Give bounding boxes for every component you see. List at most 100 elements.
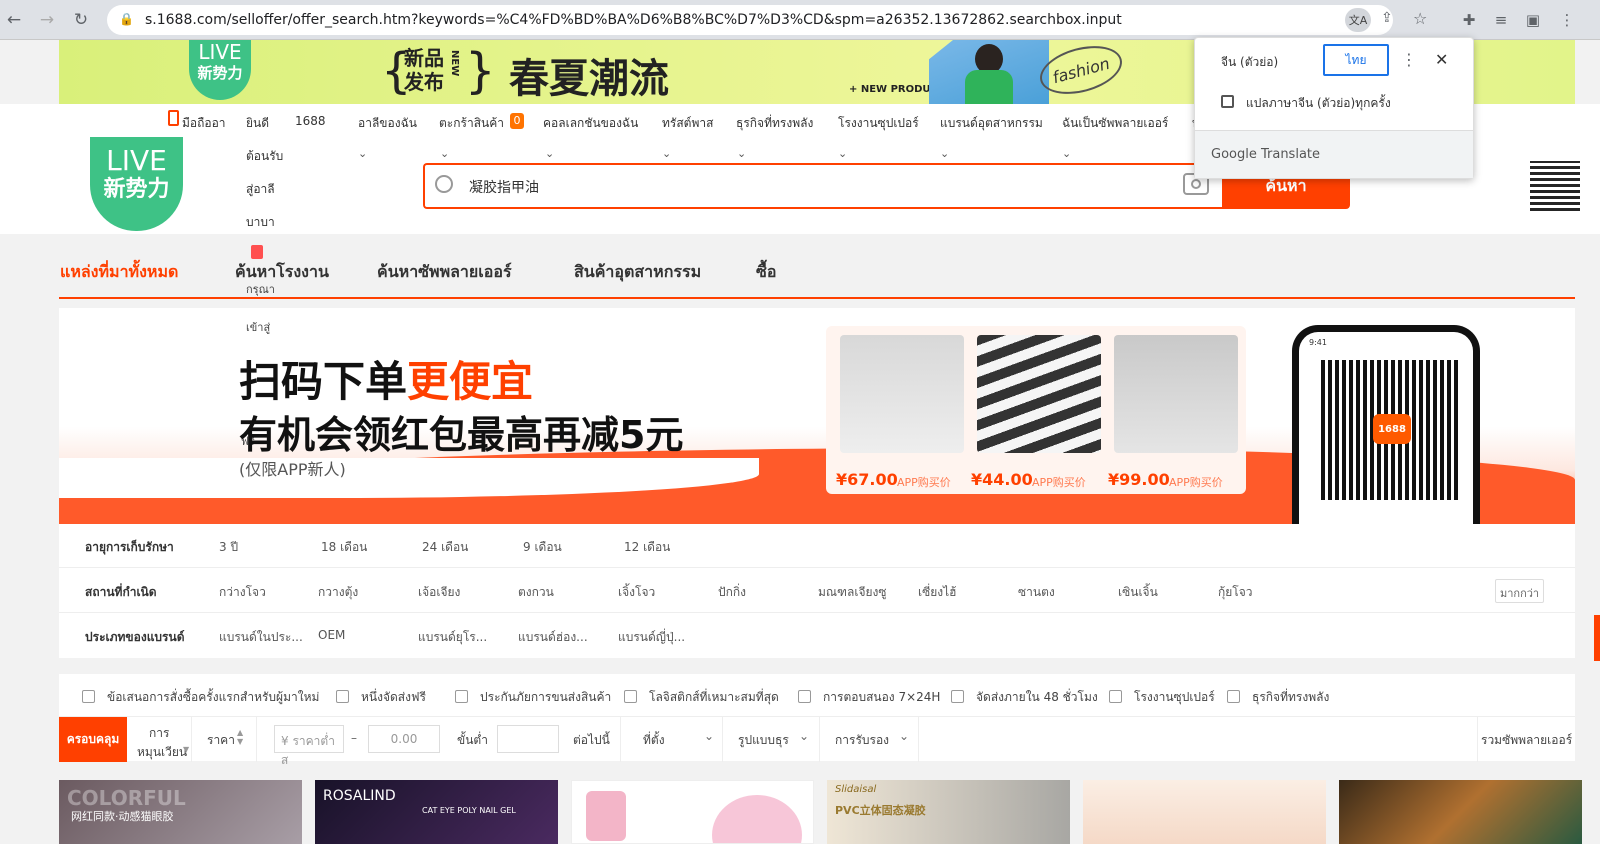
checkbox-label[interactable]: ประกันภัยการขนส่งสินค้า — [480, 688, 611, 707]
price-min-input[interactable]: ¥ ราคาต่ำส — [274, 725, 344, 767]
filter-option[interactable]: เจ้อเจียง — [418, 583, 460, 602]
sort-circulation-2[interactable]: หมุนเวียน — [137, 743, 187, 762]
filter-option[interactable]: ตงกวน — [518, 583, 554, 602]
checkbox[interactable] — [798, 690, 811, 703]
business-mode-dropdown[interactable]: รูปแบบธุร — [738, 731, 789, 750]
site-logo[interactable]: LIVE 新势力 — [90, 137, 183, 231]
sort-comprehensive[interactable]: ครอบคลุม — [59, 717, 127, 762]
back-icon[interactable]: ← — [2, 8, 26, 32]
filter-option[interactable]: ซานตง — [1018, 583, 1055, 602]
filter-option[interactable]: แบรนด์ในประ... — [219, 628, 303, 647]
product-card[interactable] — [1339, 780, 1582, 844]
filter-option[interactable]: 9 เดือน — [523, 538, 562, 557]
super-factory-link[interactable]: โรงงานซุปเปอร์ — [838, 114, 919, 133]
reading-list-icon[interactable]: ≡ — [1490, 9, 1512, 31]
filter-option[interactable]: แบรนด์ฮ่อง... — [518, 628, 588, 647]
chevron-down-icon[interactable]: ⌄ — [1062, 147, 1071, 160]
product-card-2-image[interactable] — [977, 335, 1101, 453]
strong-business-link[interactable]: ธุรกิจที่ทรงพลัง — [736, 114, 813, 133]
chevron-down-icon[interactable]: ⌄ — [704, 729, 714, 743]
chevron-down-icon[interactable]: ⌄ — [358, 147, 367, 160]
price-max-input[interactable]: 0.00 — [368, 725, 440, 753]
filter-option[interactable]: แบรนด์ยุโร... — [418, 628, 487, 647]
checkbox[interactable] — [624, 690, 637, 703]
sort-arrows-icon[interactable]: ▲ ▼ — [237, 728, 243, 746]
site-link[interactable]: 1688 — [295, 114, 326, 128]
filter-option[interactable]: มณฑลเจียงซู — [818, 583, 887, 602]
chevron-down-icon[interactable]: ⌄ — [940, 147, 949, 160]
tab-all-sources[interactable]: แหล่งที่มาทั้งหมด — [60, 260, 178, 285]
forward-icon[interactable]: → — [35, 8, 59, 32]
chevron-down-icon[interactable]: ⌄ — [899, 729, 909, 743]
tab-industrial-products[interactable]: สินค้าอุตสาหกรรม — [574, 260, 701, 285]
filter-option[interactable]: กุ้ยโจว — [1218, 583, 1253, 602]
filter-option[interactable]: กว่างโจว — [219, 583, 266, 602]
filter-option[interactable]: 18 เดือน — [321, 538, 367, 557]
product-card[interactable]: Slidaisal PVC立体固态凝胶 — [827, 780, 1070, 844]
checkbox[interactable] — [951, 690, 964, 703]
min-order-input[interactable] — [497, 725, 559, 753]
filter-option[interactable]: ปักกิ่ง — [718, 583, 746, 602]
checkbox[interactable] — [1109, 690, 1122, 703]
lang-to-tab[interactable]: ไทย — [1323, 44, 1389, 76]
more-options-icon[interactable]: ⋮ — [1401, 50, 1417, 69]
filter-option[interactable]: 24 เดือน — [422, 538, 468, 557]
tab-buy[interactable]: ซื้อ — [756, 260, 776, 285]
mobile-link[interactable]: มือถืออา — [182, 114, 226, 133]
certification-dropdown[interactable]: การรับรอง — [835, 731, 889, 750]
lock-icon[interactable]: 🔒 — [119, 12, 134, 26]
chevron-down-icon[interactable]: ⌄ — [737, 147, 746, 160]
supplier-link[interactable]: ฉันเป็นซัพพลายเออร์ — [1062, 114, 1168, 133]
checkbox-label[interactable]: ธุรกิจที่ทรงพลัง — [1252, 688, 1329, 707]
my-alibaba-link[interactable]: อาลีของฉัน — [358, 114, 417, 133]
sort-price[interactable]: ราคา — [207, 731, 235, 750]
always-translate-checkbox[interactable] — [1221, 95, 1234, 108]
sort-circulation[interactable]: การ — [149, 724, 169, 743]
product-card-1-image[interactable] — [840, 335, 964, 453]
checkbox-label[interactable]: ข้อเสนอการสั่งซื้อครั้งแรกสำหรับผู้มาใหม… — [107, 688, 319, 707]
sidepanel-icon[interactable]: ▣ — [1522, 9, 1544, 31]
cart-link[interactable]: ตะกร้าสินค้า — [439, 114, 504, 133]
star-icon[interactable]: ☆ — [1413, 9, 1427, 28]
lang-from-tab[interactable]: จีน (ตัวย่อ) — [1221, 53, 1278, 72]
product-card-3-image[interactable] — [1114, 335, 1238, 453]
search-input[interactable]: 凝胶指甲油 — [469, 177, 539, 197]
filter-option[interactable]: เซินเจิ้น — [1118, 583, 1158, 602]
chevron-down-icon[interactable]: ⌄ — [662, 147, 671, 160]
address-bar[interactable]: 🔒 s.1688.com/selloffer/offer_search.htm?… — [107, 5, 1427, 35]
filter-more-button[interactable]: มากกว่า — [1495, 579, 1545, 603]
merge-suppliers-toggle[interactable]: รวมซัพพลายเออร์ — [1481, 731, 1572, 750]
checkbox[interactable] — [1227, 690, 1240, 703]
extensions-icon[interactable]: ✚ — [1458, 9, 1480, 31]
tab-find-supplier[interactable]: ค้นหาซัพพลายเออร์ — [377, 260, 512, 285]
filter-option[interactable]: แบรนด์ญี่ปุ่... — [618, 628, 685, 647]
product-card[interactable]: ROSALIND CAT EYE POLY NAIL GEL — [315, 780, 558, 844]
trustpass-link[interactable]: ทรัสต์พาส — [662, 114, 713, 133]
menu-icon[interactable]: ⋮ — [1556, 9, 1578, 31]
filter-option[interactable]: 3 ปี — [219, 538, 238, 557]
chevron-down-icon[interactable]: ⌄ — [545, 147, 554, 160]
product-card[interactable]: COLORFUL 网红同款·动感猫眼胶 — [59, 780, 302, 844]
reload-icon[interactable]: ↻ — [69, 8, 93, 32]
chevron-down-icon[interactable]: ⌄ — [440, 147, 449, 160]
checkbox-label[interactable]: การตอบสนอง 7×24H — [823, 688, 940, 707]
filter-option[interactable]: 12 เดือน — [624, 538, 670, 557]
filter-option[interactable]: เซี่ยงไฮ้ — [918, 583, 957, 602]
always-translate-label[interactable]: แปลภาษาจีน (ตัวย่อ)ทุกครั้ง — [1246, 94, 1391, 113]
checkbox-label[interactable]: โรงงานซุปเปอร์ — [1134, 688, 1215, 707]
login-link[interactable]: เข้าสู่ — [246, 318, 270, 336]
checkbox-label[interactable]: หนึ่งจัดส่งฟรี — [361, 688, 426, 707]
share-icon[interactable]: ⇪ — [1381, 10, 1393, 26]
checkbox[interactable] — [82, 690, 95, 703]
location-dropdown[interactable]: ที่ตั้ง — [643, 731, 665, 750]
checkbox[interactable] — [336, 690, 349, 703]
checkbox-label[interactable]: จัดส่งภายใน 48 ชั่วโมง — [976, 688, 1098, 707]
side-scroll-tab[interactable] — [1594, 615, 1600, 661]
collection-link[interactable]: คอลเลกชันของฉัน — [543, 114, 638, 133]
translate-icon[interactable]: 文A — [1345, 8, 1371, 32]
industry-brand-link[interactable]: แบรนด์อุตสาหกรรม — [940, 114, 1043, 133]
filter-option[interactable]: OEM — [318, 628, 345, 642]
product-card[interactable] — [571, 780, 814, 844]
filter-option[interactable]: กวางตุ้ง — [318, 583, 358, 602]
search-box[interactable]: 凝胶指甲油 — [423, 163, 1222, 209]
